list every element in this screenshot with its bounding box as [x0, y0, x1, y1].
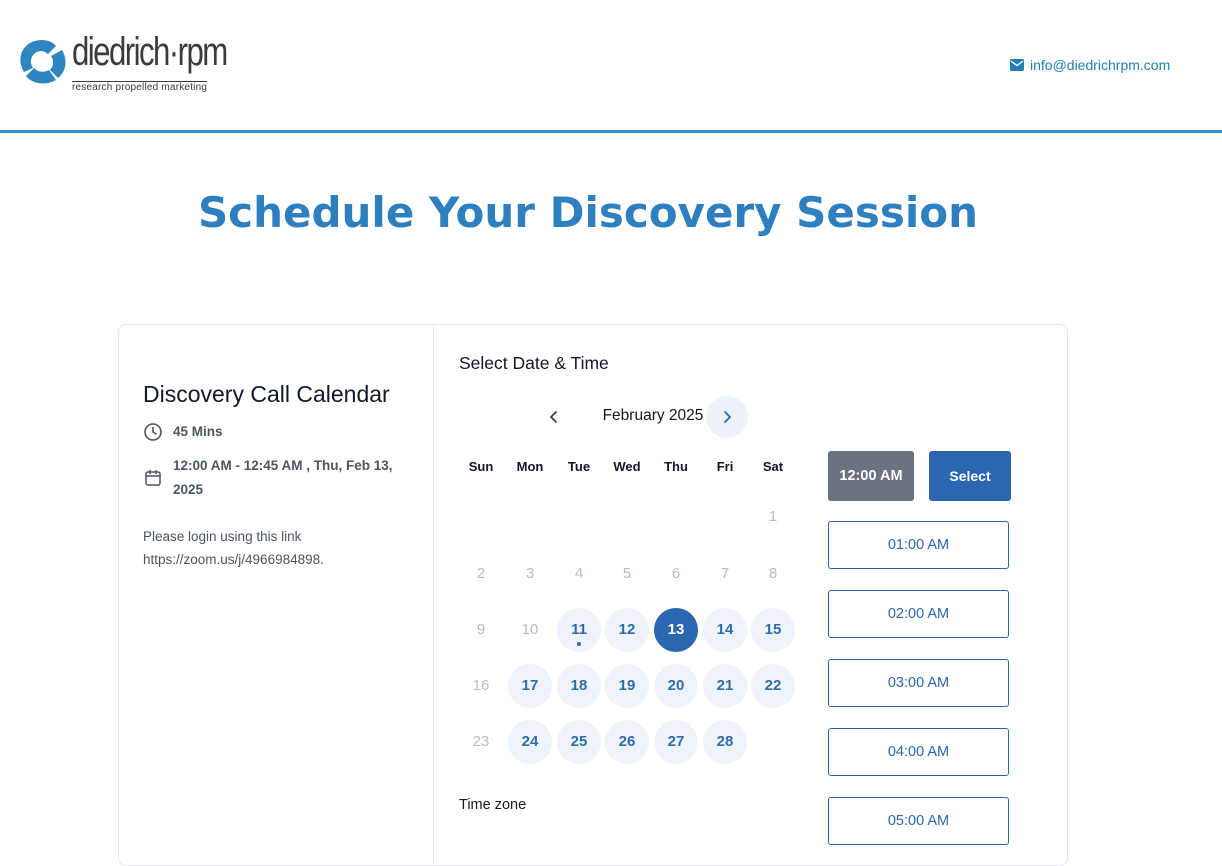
month-navigation: February 2025: [459, 395, 789, 439]
calendar-day-25[interactable]: 25: [557, 720, 601, 764]
calendar-day-26[interactable]: 26: [605, 720, 649, 764]
weekday-wed: Wed: [613, 459, 641, 474]
page-title: Schedule Your Discovery Session: [197, 188, 979, 237]
weekday-sun: Sun: [468, 459, 494, 474]
time-slot-button[interactable]: 02:00 AM: [828, 590, 1009, 638]
booking-widget: Discovery Call Calendar 45 Mins 12:00 AM…: [118, 324, 1068, 866]
company-logo[interactable]: diedrich·rpm research propelled marketin…: [20, 30, 228, 96]
today-indicator: [577, 642, 581, 646]
calendar-day-20[interactable]: 20: [654, 664, 698, 708]
logo-tagline: research propelled marketing: [72, 81, 208, 93]
timezone-label: Time zone: [459, 797, 527, 813]
time-slot-button[interactable]: 03:00 AM: [828, 659, 1009, 707]
weekday-tue: Tue: [567, 459, 591, 474]
calendar-day-23: 23: [472, 733, 490, 750]
select-button[interactable]: Select: [929, 451, 1011, 501]
datetime-row: 12:00 AM - 12:45 AM , Thu, Feb 13, 2025: [143, 454, 403, 502]
calendar-day-22[interactable]: 22: [751, 664, 795, 708]
time-slot-button[interactable]: 05:00 AM: [828, 797, 1009, 845]
email-address: info@diedrichrpm.com: [1030, 57, 1171, 73]
event-duration: 45 Mins: [173, 424, 223, 439]
calendar-day-13[interactable]: 13: [654, 608, 698, 652]
weekday-mon: Mon: [516, 459, 544, 474]
weekday-fri: Fri: [716, 459, 734, 474]
time-slot-button[interactable]: 01:00 AM: [828, 521, 1009, 569]
calendar-day-21[interactable]: 21: [703, 664, 747, 708]
logo-wordmark: diedrich·rpm: [72, 30, 228, 74]
weekday-thu: Thu: [664, 459, 688, 474]
calendar-day-11[interactable]: 11: [557, 608, 601, 652]
calendar-day-12[interactable]: 12: [605, 608, 649, 652]
weekday-sat: Sat: [762, 459, 784, 474]
chevron-right-icon: [724, 411, 731, 423]
calendar-day-16: 16: [472, 677, 490, 694]
calendar-day-3: 3: [525, 565, 535, 582]
calendar-day-28[interactable]: 28: [703, 720, 747, 764]
site-header: diedrich·rpm research propelled marketin…: [0, 0, 1222, 133]
section-title: Select Date & Time: [459, 353, 609, 373]
calendar-day-17[interactable]: 17: [508, 664, 552, 708]
calendar-day-6: 6: [671, 565, 681, 582]
calendar-day-7: 7: [720, 565, 730, 582]
calendar-day-27[interactable]: 27: [654, 720, 698, 764]
calendar-day-9: 9: [476, 621, 486, 638]
event-datetime: 12:00 AM - 12:45 AM , Thu, Feb 13, 2025: [173, 458, 393, 497]
calendar-day-1: 1: [768, 508, 778, 525]
email-link[interactable]: info@diedrichrpm.com: [1010, 57, 1170, 73]
envelope-icon: [1010, 59, 1024, 71]
duration-row: 45 Mins: [143, 422, 223, 442]
meeting-link: https://zoom.us/j/4966984898.: [143, 552, 324, 567]
calendar-day-8: 8: [768, 565, 778, 582]
calendar-day-24[interactable]: 24: [508, 720, 552, 764]
calendar-icon: [145, 469, 161, 486]
calendar-day-4: 4: [574, 565, 584, 582]
logo-swirl-icon: [20, 40, 66, 84]
calendar-day-18[interactable]: 18: [557, 664, 601, 708]
calendar-day-5: 5: [622, 565, 632, 582]
description-line: Please login using this link: [143, 529, 302, 544]
time-slot-button[interactable]: 04:00 AM: [828, 728, 1009, 776]
clock-icon: [144, 423, 162, 441]
panel-divider: [433, 325, 434, 865]
selected-time-slot[interactable]: 12:00 AM: [828, 451, 914, 501]
calendar-day-14[interactable]: 14: [703, 608, 747, 652]
calendar-day-2: 2: [476, 565, 486, 582]
calendar-day-19[interactable]: 19: [605, 664, 649, 708]
event-description: Please login using this link https://zoo…: [143, 525, 324, 571]
next-month-button[interactable]: [706, 396, 748, 438]
calendar-day-15[interactable]: 15: [751, 608, 795, 652]
event-name: Discovery Call Calendar: [143, 381, 390, 407]
calendar-day-10: 10: [521, 621, 539, 638]
